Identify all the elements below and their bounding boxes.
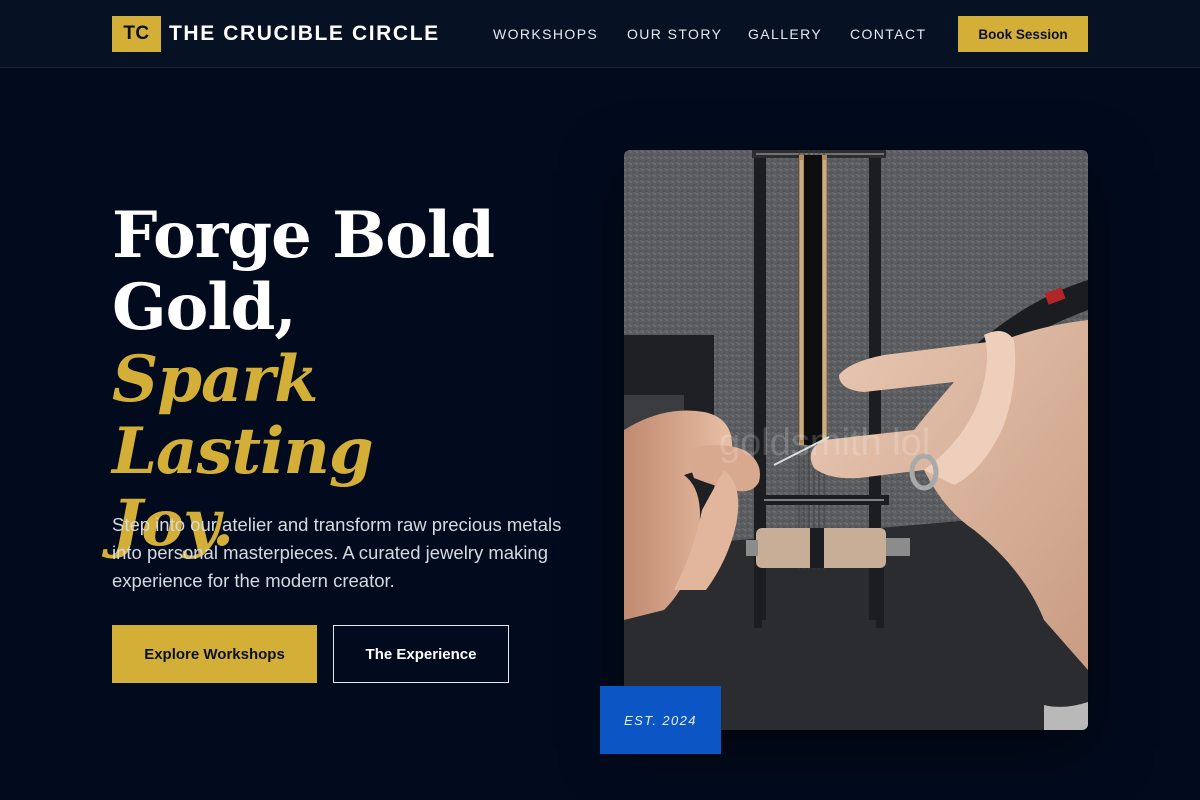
nav-link-workshops[interactable]: WORKSHOPS	[493, 24, 598, 44]
hero-title: Forge Bold Gold, Spark Lasting Joy.	[112, 200, 592, 560]
hero-title-accent-line-1: Spark Lasting	[112, 342, 374, 489]
brand-name[interactable]: THE CRUCIBLE CIRCLE	[169, 20, 440, 48]
the-experience-button[interactable]: The Experience	[333, 625, 509, 683]
hero-description: Step into our atelier and transform raw …	[112, 514, 562, 591]
established-badge: EST. 2024	[600, 686, 721, 754]
logo-badge[interactable]: TC	[112, 16, 161, 52]
hero-title-line-2: Gold,	[112, 270, 297, 345]
hero-title-line-1: Forge Bold	[112, 198, 495, 273]
image-watermark: goldsmith lol	[719, 422, 930, 464]
nav-link-our-story[interactable]: OUR STORY	[627, 24, 722, 44]
nav-link-gallery[interactable]: GALLERY	[748, 24, 822, 44]
beading-loom-photo: goldsmith lol	[624, 150, 1088, 730]
hero-image: goldsmith lol	[624, 150, 1088, 730]
nav-link-contact[interactable]: CONTACT	[850, 24, 926, 44]
explore-workshops-button[interactable]: Explore Workshops	[112, 625, 317, 683]
book-session-button[interactable]: Book Session	[958, 16, 1088, 52]
site-header: TC THE CRUCIBLE CIRCLE WORKSHOPS OUR STO…	[0, 0, 1200, 68]
